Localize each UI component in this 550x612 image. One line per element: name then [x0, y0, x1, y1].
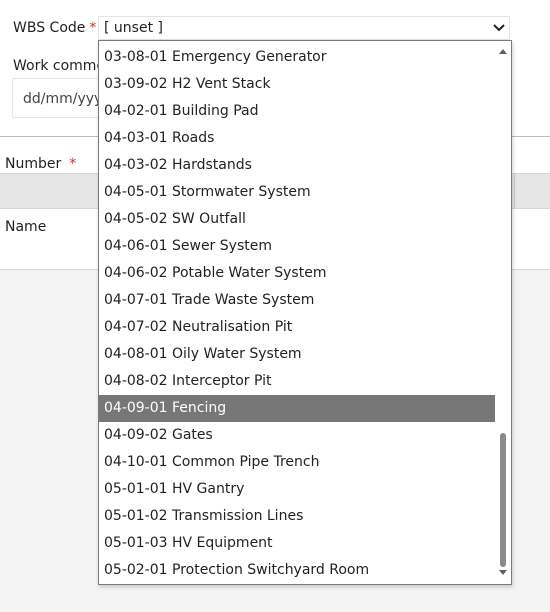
- scrollbar-thumb[interactable]: [500, 433, 506, 567]
- dropdown-scrollbar[interactable]: [495, 41, 511, 584]
- dropdown-option[interactable]: 04-07-01 Trade Waste System: [99, 287, 496, 314]
- dropdown-option[interactable]: 04-09-01 Fencing: [99, 395, 496, 422]
- dropdown-option[interactable]: 05-01-02 Transmission Lines: [99, 503, 496, 530]
- date-placeholder: dd/mm/yyy: [23, 91, 103, 107]
- triangle-up-icon[interactable]: [499, 47, 507, 55]
- dropdown-option[interactable]: 04-07-02 Neutralisation Pit: [99, 314, 496, 341]
- wbs-code-select[interactable]: [ unset ]: [98, 16, 510, 40]
- dropdown-option[interactable]: 03-08-01 Emergency Generator: [99, 44, 496, 71]
- dropdown-option[interactable]: 05-01-03 HV Equipment: [99, 530, 496, 557]
- dropdown-option[interactable]: 04-05-02 SW Outfall: [99, 206, 496, 233]
- dropdown-option[interactable]: 04-08-02 Interceptor Pit: [99, 368, 496, 395]
- dropdown-option[interactable]: 04-09-02 Gates: [99, 422, 496, 449]
- wbs-code-dropdown-list[interactable]: 03-08-01 Emergency Generator 03-09-02 H2 …: [98, 40, 512, 585]
- number-label-text: Number: [5, 156, 62, 172]
- dropdown-option[interactable]: 04-06-02 Potable Water System: [99, 260, 496, 287]
- dropdown-option[interactable]: 04-03-01 Roads: [99, 125, 496, 152]
- chevron-down-icon: [493, 24, 505, 32]
- wbs-code-label-text: WBS Code: [13, 20, 86, 36]
- dropdown-option[interactable]: 05-02-01 Protection Switchyard Room: [99, 557, 496, 584]
- wbs-select-value: [ unset ]: [104, 20, 163, 36]
- dropdown-option[interactable]: 03-09-02 H2 Vent Stack: [99, 71, 496, 98]
- dropdown-option[interactable]: 04-06-01 Sewer System: [99, 233, 496, 260]
- name-label: Name: [5, 219, 47, 235]
- triangle-down-icon[interactable]: [499, 569, 507, 577]
- dropdown-option[interactable]: 04-10-01 Common Pipe Trench: [99, 449, 496, 476]
- number-required-mark: *: [69, 156, 77, 172]
- number-label: Number *: [5, 156, 76, 172]
- required-mark: *: [89, 20, 97, 36]
- dropdown-option[interactable]: 04-08-01 Oily Water System: [99, 341, 496, 368]
- cell-divider: [514, 174, 515, 208]
- dropdown-option[interactable]: 04-03-02 Hardstands: [99, 152, 496, 179]
- dropdown-option[interactable]: 04-05-01 Stormwater System: [99, 179, 496, 206]
- wbs-code-label: WBS Code *: [13, 20, 96, 36]
- dropdown-option[interactable]: 05-01-01 HV Gantry: [99, 476, 496, 503]
- dropdown-option[interactable]: 04-02-01 Building Pad: [99, 98, 496, 125]
